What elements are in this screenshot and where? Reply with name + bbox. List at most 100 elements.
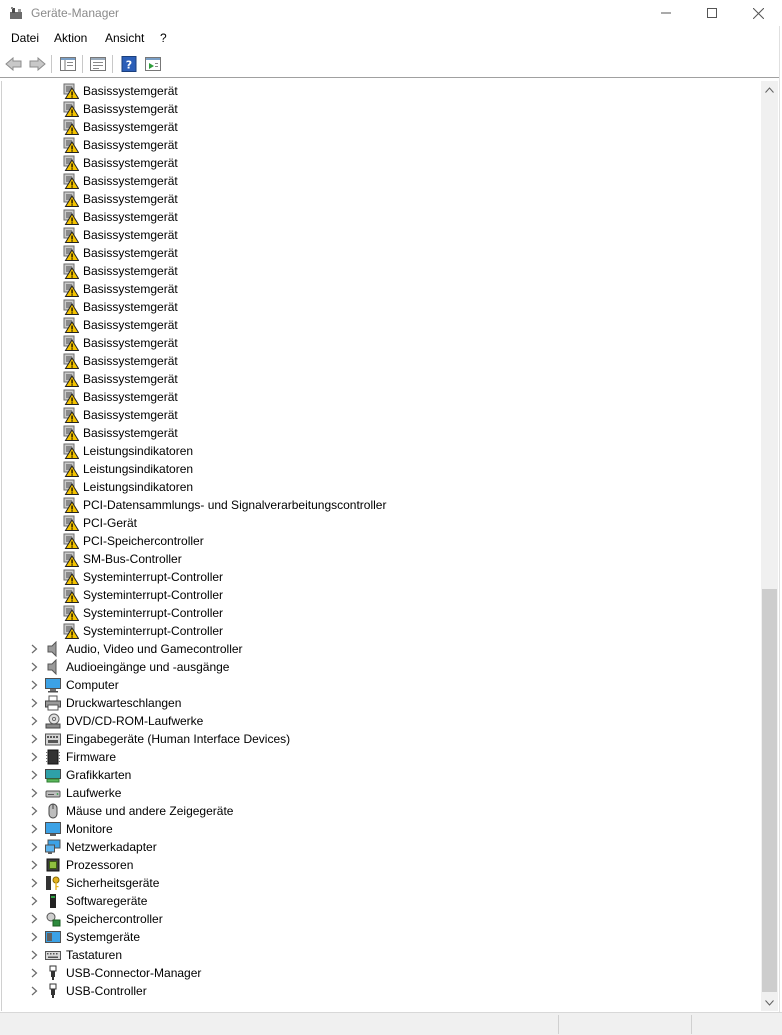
device-row[interactable]: Systeminterrupt-Controller [63, 622, 223, 640]
expand-chevron-icon[interactable] [29, 640, 39, 658]
close-button[interactable] [735, 0, 781, 26]
minimize-button[interactable] [643, 0, 689, 26]
device-row[interactable]: PCI-Gerät [63, 514, 137, 532]
device-row[interactable]: Basissystemgerät [63, 280, 178, 298]
device-row[interactable]: Basissystemgerät [63, 388, 178, 406]
computer-icon [45, 677, 61, 693]
device-row[interactable]: Basissystemgerät [63, 136, 178, 154]
expand-chevron-icon[interactable] [29, 748, 39, 766]
category-row[interactable]: Softwaregeräte [45, 892, 147, 910]
expand-chevron-icon[interactable] [29, 928, 39, 946]
maximize-button[interactable] [689, 0, 735, 26]
expand-chevron-icon[interactable] [29, 712, 39, 730]
help-button[interactable]: ? [119, 54, 139, 74]
menu-aktion[interactable]: Aktion [54, 31, 87, 45]
device-warning-icon [63, 119, 80, 135]
scroll-thumb[interactable] [762, 589, 777, 992]
console-tree-button[interactable] [58, 54, 78, 74]
expand-chevron-icon[interactable] [29, 694, 39, 712]
device-row[interactable]: Systeminterrupt-Controller [63, 586, 223, 604]
device-row[interactable]: SM-Bus-Controller [63, 550, 182, 568]
forward-button[interactable] [27, 54, 47, 74]
device-row[interactable]: Leistungsindikatoren [63, 460, 193, 478]
menu-datei[interactable]: Datei [11, 31, 39, 45]
category-row[interactable]: Grafikkarten [45, 766, 131, 784]
category-row[interactable]: Eingabegeräte (Human Interface Devices) [45, 730, 290, 748]
expand-chevron-icon[interactable] [29, 964, 39, 982]
back-button[interactable] [4, 54, 24, 74]
properties-button[interactable] [88, 54, 108, 74]
device-row[interactable]: Systeminterrupt-Controller [63, 604, 223, 622]
category-row[interactable]: Audio, Video und Gamecontroller [45, 640, 243, 658]
expand-chevron-icon[interactable] [29, 802, 39, 820]
expand-chevron-icon[interactable] [29, 730, 39, 748]
category-row[interactable]: Computer [45, 676, 119, 694]
scroll-down-button[interactable] [761, 994, 778, 1011]
expand-chevron-icon[interactable] [29, 856, 39, 874]
device-warning-icon [63, 497, 80, 513]
device-row[interactable]: Basissystemgerät [63, 334, 178, 352]
device-warning-icon [63, 245, 80, 261]
category-row[interactable]: Sicherheitsgeräte [45, 874, 159, 892]
device-row[interactable]: PCI-Datensammlungs- und Signalverarbeitu… [63, 496, 386, 514]
category-label: Sicherheitsgeräte [66, 876, 160, 890]
device-row[interactable]: Basissystemgerät [63, 100, 178, 118]
device-row[interactable]: Basissystemgerät [63, 172, 178, 190]
device-row[interactable]: Basissystemgerät [63, 262, 178, 280]
expand-chevron-icon[interactable] [29, 676, 39, 694]
expand-chevron-icon[interactable] [29, 820, 39, 838]
category-label: Laufwerke [66, 786, 122, 800]
device-row[interactable]: Basissystemgerät [63, 226, 178, 244]
expand-chevron-icon[interactable] [29, 766, 39, 784]
device-row[interactable]: Basissystemgerät [63, 352, 178, 370]
category-row[interactable]: DVD/CD-ROM-Laufwerke [45, 712, 203, 730]
device-row[interactable]: Basissystemgerät [63, 370, 178, 388]
device-tree[interactable]: Basissystemgerät Basissystemgerät Basissys… [1, 81, 761, 1011]
device-row[interactable]: Basissystemgerät [63, 316, 178, 334]
category-row[interactable]: Monitore [45, 820, 113, 838]
menu-ansicht[interactable]: Ansicht [105, 31, 144, 45]
category-row[interactable]: Speichercontroller [45, 910, 163, 928]
expand-chevron-icon[interactable] [29, 874, 39, 892]
device-row[interactable]: Basissystemgerät [63, 118, 178, 136]
device-row[interactable]: Basissystemgerät [63, 424, 178, 442]
category-row[interactable]: Tastaturen [45, 946, 122, 964]
category-row[interactable]: Systemgeräte [45, 928, 140, 946]
security-key-icon [45, 875, 61, 891]
device-row[interactable]: Basissystemgerät [63, 82, 178, 100]
device-row[interactable]: Basissystemgerät [63, 298, 178, 316]
menu-help[interactable]: ? [160, 31, 167, 45]
category-row[interactable]: USB-Connector-Manager [45, 964, 201, 982]
device-row[interactable]: Basissystemgerät [63, 244, 178, 262]
expand-chevron-icon[interactable] [29, 892, 39, 910]
category-row[interactable]: Netzwerkadapter [45, 838, 157, 856]
device-row[interactable]: Basissystemgerät [63, 406, 178, 424]
device-row[interactable]: Systeminterrupt-Controller [63, 568, 223, 586]
category-row[interactable]: Mäuse und andere Zeigegeräte [45, 802, 233, 820]
expand-chevron-icon[interactable] [29, 910, 39, 928]
expand-chevron-icon[interactable] [29, 838, 39, 856]
category-row[interactable]: Laufwerke [45, 784, 121, 802]
expand-chevron-icon[interactable] [29, 982, 39, 1000]
category-row[interactable]: Firmware [45, 748, 116, 766]
device-row[interactable]: Leistungsindikatoren [63, 478, 193, 496]
expand-chevron-icon[interactable] [29, 784, 39, 802]
device-row[interactable]: Leistungsindikatoren [63, 442, 193, 460]
device-row[interactable]: Basissystemgerät [63, 154, 178, 172]
device-row[interactable]: Basissystemgerät [63, 190, 178, 208]
disk-drive-icon [45, 785, 61, 801]
expand-chevron-icon[interactable] [29, 946, 39, 964]
vertical-scrollbar[interactable] [761, 81, 778, 1011]
monitor-icon [45, 821, 61, 837]
category-row[interactable]: USB-Controller [45, 982, 147, 1000]
update-driver-button[interactable] [143, 54, 163, 74]
device-row[interactable]: Basissystemgerät [63, 208, 178, 226]
category-row[interactable]: Prozessoren [45, 856, 133, 874]
category-row[interactable]: Druckwarteschlangen [45, 694, 181, 712]
expand-chevron-icon[interactable] [29, 658, 39, 676]
firmware-icon [45, 749, 61, 765]
menu-bar: Datei Aktion Ansicht ? [0, 28, 782, 48]
device-row[interactable]: PCI-Speichercontroller [63, 532, 204, 550]
scroll-up-button[interactable] [761, 81, 778, 98]
category-row[interactable]: Audioeingänge und -ausgänge [45, 658, 229, 676]
